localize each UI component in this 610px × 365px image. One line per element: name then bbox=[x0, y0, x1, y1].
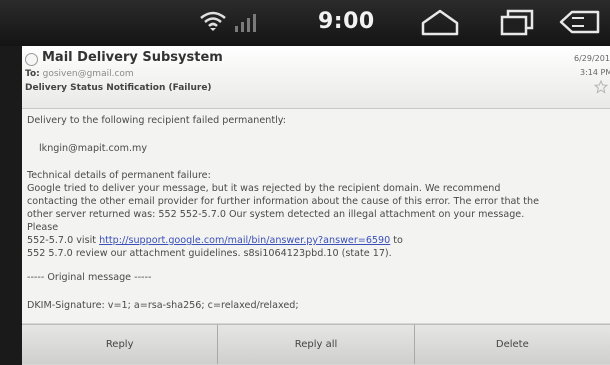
email-subject: Delivery Status Notification (Failure) bbox=[25, 83, 212, 93]
email-body: Delivery to the following recipient fail… bbox=[27, 114, 607, 312]
tech-line: other server returned was: 552 552-5.7.0… bbox=[27, 209, 525, 220]
email-header: Mail Delivery Subsystem To: gosiven@gmai… bbox=[22, 46, 610, 109]
failed-recipient: lkngin@mapit.com.my bbox=[39, 143, 148, 154]
link-suffix: to bbox=[390, 235, 403, 246]
recent-apps-icon[interactable] bbox=[500, 8, 534, 36]
tech-line: Technical details of permanent failure: bbox=[27, 170, 211, 181]
to-label: To: bbox=[25, 69, 40, 79]
reply-all-button[interactable]: Reply all bbox=[218, 324, 415, 364]
back-icon[interactable] bbox=[558, 8, 600, 36]
action-bar: Reply Reply all Delete bbox=[22, 323, 610, 365]
email-date: 6/29/2012 bbox=[574, 54, 610, 63]
email-view: Mail Delivery Subsystem To: gosiven@gmai… bbox=[22, 46, 610, 323]
presence-indicator-icon bbox=[25, 53, 38, 66]
original-message-separator: ----- Original message ----- bbox=[27, 272, 152, 283]
delete-button[interactable]: Delete bbox=[414, 324, 610, 364]
to-address: gosiven@gmail.com bbox=[42, 69, 134, 79]
technical-details: Technical details of permanent failure: … bbox=[27, 169, 607, 260]
to-line: To: gosiven@gmail.com bbox=[25, 69, 134, 79]
failure-line: Delivery to the following recipient fail… bbox=[27, 115, 286, 126]
clock: 9:00 bbox=[318, 9, 375, 34]
status-bar: 9:00 bbox=[0, 0, 610, 46]
email-time: 3:14 PM bbox=[580, 68, 610, 77]
signal-icon bbox=[235, 14, 256, 32]
tech-line: contacting the other email provider for … bbox=[27, 196, 539, 207]
dkim-line: DKIM-Signature: v=1; a=rsa-sha256; c=rel… bbox=[27, 300, 299, 311]
tech-line: Google tried to deliver your message, bu… bbox=[27, 183, 501, 194]
link-prefix: 552-5.7.0 visit bbox=[27, 235, 100, 246]
reply-button[interactable]: Reply bbox=[22, 324, 219, 364]
tech-line: Please bbox=[27, 222, 59, 233]
star-icon[interactable] bbox=[594, 80, 608, 94]
tech-line: 552 5.7.0 review our attachment guidelin… bbox=[27, 248, 392, 259]
sender-name[interactable]: Mail Delivery Subsystem bbox=[42, 50, 223, 65]
support-link[interactable]: http://support.google.com/mail/bin/answe… bbox=[99, 235, 390, 246]
wifi-icon bbox=[200, 11, 226, 31]
link-line: 552-5.7.0 visit http://support.google.co… bbox=[27, 234, 607, 247]
home-icon[interactable] bbox=[420, 8, 460, 36]
